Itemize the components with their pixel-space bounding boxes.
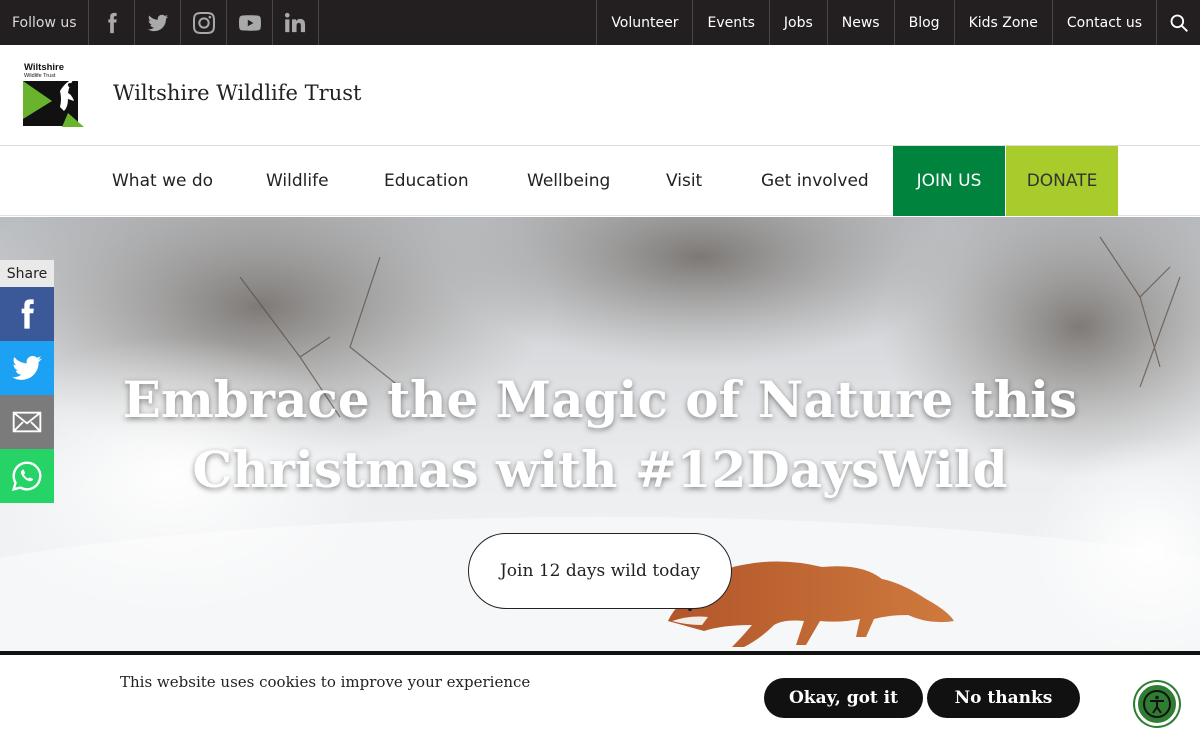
organisation-name[interactable]: Wiltshire Wildlife Trust bbox=[113, 81, 361, 105]
share-twitter-button[interactable] bbox=[0, 341, 54, 395]
nav-blog[interactable]: Blog bbox=[893, 0, 954, 45]
twitter-icon bbox=[147, 14, 168, 31]
site-header: Wiltshire Wildlife Trust Wiltshire Wildl… bbox=[0, 45, 1200, 146]
share-facebook-button[interactable] bbox=[0, 287, 54, 341]
accessibility-button[interactable] bbox=[1135, 682, 1179, 726]
cookie-message: This website uses cookies to improve you… bbox=[120, 673, 531, 691]
nav-wildlife[interactable]: Wildlife bbox=[266, 146, 329, 216]
decline-cookies-button[interactable]: No thanks bbox=[927, 678, 1080, 718]
accessibility-icon bbox=[1143, 690, 1171, 718]
donate-button[interactable]: DONATE bbox=[1006, 146, 1118, 216]
nav-kids-zone[interactable]: Kids Zone bbox=[953, 0, 1052, 45]
nav-news[interactable]: News bbox=[826, 0, 894, 45]
accept-cookies-button[interactable]: Okay, got it bbox=[764, 678, 923, 718]
instagram-icon bbox=[192, 11, 215, 34]
nav-what-we-do[interactable]: What we do bbox=[112, 146, 213, 216]
share-label: Share bbox=[0, 260, 54, 287]
search-icon bbox=[1170, 14, 1188, 32]
facebook-icon bbox=[21, 299, 34, 329]
youtube-icon bbox=[238, 14, 261, 31]
top-bar: Follow us Volunteer Events Jobs News Blo… bbox=[0, 0, 1200, 45]
svg-text:Wiltshire: Wiltshire bbox=[24, 62, 64, 73]
utility-nav: Volunteer Events Jobs News Blog Kids Zon… bbox=[596, 0, 1200, 45]
hero-title: Embrace the Magic of Nature this Christm… bbox=[122, 370, 1078, 499]
nav-wellbeing[interactable]: Wellbeing bbox=[527, 146, 610, 216]
join-us-button[interactable]: JOIN US bbox=[893, 146, 1005, 216]
twitter-link[interactable] bbox=[135, 0, 181, 45]
nav-education[interactable]: Education bbox=[384, 146, 469, 216]
share-whatsapp-button[interactable] bbox=[0, 449, 54, 503]
wiltshire-wildlife-trust-logo[interactable]: Wiltshire Wildlife Trust bbox=[22, 61, 84, 127]
main-nav: What we do Wildlife Education Wellbeing … bbox=[0, 146, 1200, 216]
twitter-icon bbox=[12, 356, 42, 380]
instagram-link[interactable] bbox=[181, 0, 227, 45]
linkedin-icon bbox=[284, 12, 305, 32]
facebook-link[interactable] bbox=[89, 0, 135, 45]
linkedin-link[interactable] bbox=[273, 0, 319, 45]
hero-banner: Embrace the Magic of Nature this Christm… bbox=[0, 217, 1200, 651]
nav-jobs[interactable]: Jobs bbox=[768, 0, 827, 45]
whatsapp-icon bbox=[11, 461, 42, 492]
nav-get-involved[interactable]: Get involved bbox=[761, 146, 869, 216]
join-12-days-wild-button[interactable]: Join 12 days wild today bbox=[468, 533, 732, 609]
nav-volunteer[interactable]: Volunteer bbox=[596, 0, 692, 45]
svg-text:Wildlife Trust: Wildlife Trust bbox=[24, 73, 56, 79]
follow-us-label: Follow us bbox=[0, 0, 89, 45]
nav-contact-us[interactable]: Contact us bbox=[1051, 0, 1156, 45]
search-button[interactable] bbox=[1156, 0, 1200, 45]
email-icon bbox=[12, 411, 42, 433]
youtube-link[interactable] bbox=[227, 0, 273, 45]
share-email-button[interactable] bbox=[0, 395, 54, 449]
facebook-icon bbox=[107, 12, 117, 33]
cookie-banner: This website uses cookies to improve you… bbox=[0, 651, 1200, 740]
nav-events[interactable]: Events bbox=[692, 0, 768, 45]
nav-visit[interactable]: Visit bbox=[666, 146, 702, 216]
